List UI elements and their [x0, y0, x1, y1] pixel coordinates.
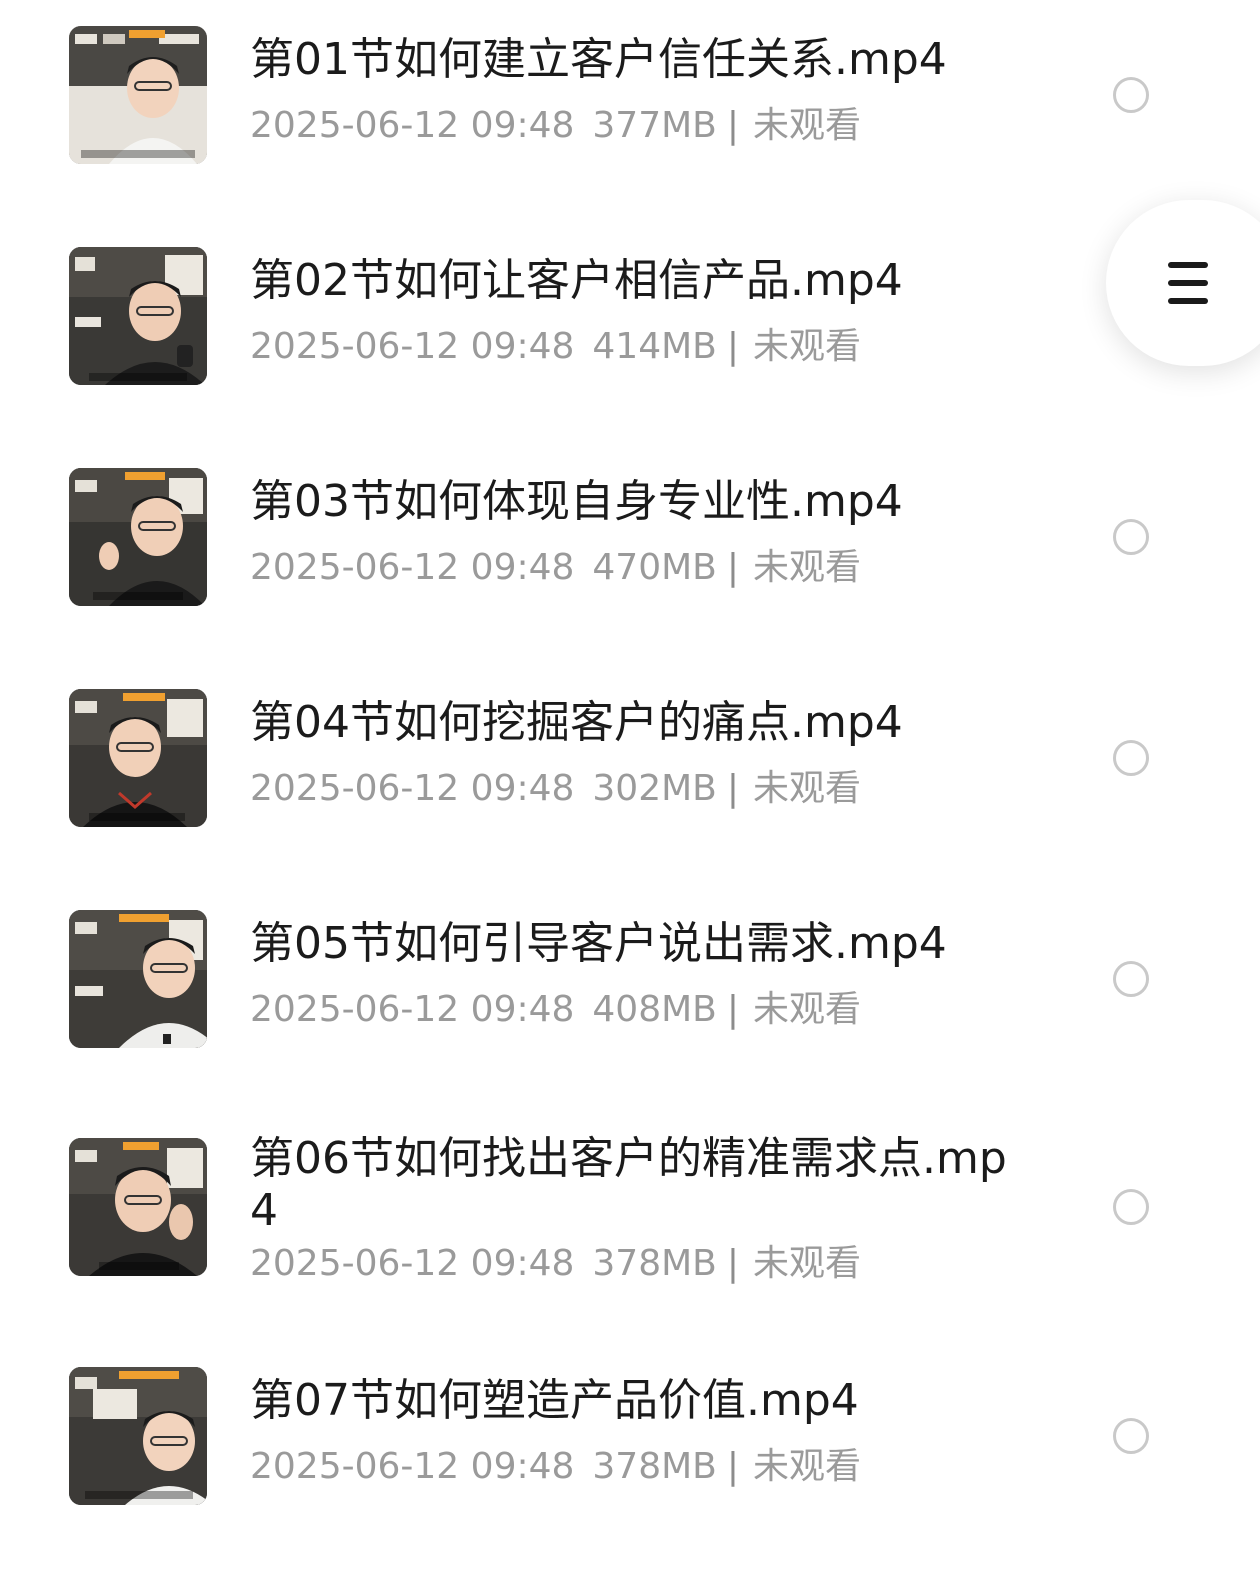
video-meta: 2025-06-12 09:48 302MB | 未观看 — [250, 768, 862, 809]
video-date: 2025-06-12 09:48 — [250, 1243, 575, 1284]
video-date: 2025-06-12 09:48 — [250, 105, 575, 146]
video-meta: 2025-06-12 09:48 470MB | 未观看 — [250, 547, 862, 588]
video-size: 378MB — [592, 1446, 717, 1487]
video-thumbnail[interactable] — [69, 689, 207, 827]
watch-status: 未观看 — [753, 326, 862, 367]
video-meta: 2025-06-12 09:48 378MB | 未观看 — [250, 1243, 862, 1284]
select-radio[interactable] — [1113, 1418, 1149, 1454]
select-radio[interactable] — [1113, 1189, 1149, 1225]
select-radio[interactable] — [1113, 740, 1149, 776]
video-date: 2025-06-12 09:48 — [250, 1446, 575, 1487]
video-meta: 2025-06-12 09:48 377MB | 未观看 — [250, 105, 862, 146]
video-date: 2025-06-12 09:48 — [250, 326, 575, 367]
video-thumbnail[interactable] — [69, 468, 207, 606]
video-thumbnail[interactable] — [69, 910, 207, 1048]
watch-status: 未观看 — [753, 547, 862, 588]
watch-status: 未观看 — [753, 1243, 862, 1284]
watch-status: 未观看 — [753, 1446, 862, 1487]
video-size: 378MB — [592, 1243, 717, 1284]
video-size: 470MB — [592, 547, 717, 588]
select-radio[interactable] — [1113, 77, 1149, 113]
floating-menu-button[interactable] — [1106, 200, 1260, 366]
video-title[interactable]: 第07节如何塑造产品价值.mp4 — [250, 1375, 1010, 1427]
video-title[interactable]: 第02节如何让客户相信产品.mp4 — [250, 255, 1010, 307]
select-radio[interactable] — [1113, 519, 1149, 555]
video-thumbnail[interactable] — [69, 1138, 207, 1276]
video-date: 2025-06-12 09:48 — [250, 547, 575, 588]
video-thumbnail[interactable] — [69, 26, 207, 164]
video-size: 302MB — [592, 768, 717, 809]
video-meta: 2025-06-12 09:48 378MB | 未观看 — [250, 1446, 862, 1487]
video-title[interactable]: 第06节如何找出客户的精准需求点.mp4 — [250, 1133, 1010, 1237]
video-title[interactable]: 第01节如何建立客户信任关系.mp4 — [250, 34, 1010, 86]
video-thumbnail[interactable] — [69, 1367, 207, 1505]
video-title[interactable]: 第03节如何体现自身专业性.mp4 — [250, 476, 1010, 528]
watch-status: 未观看 — [753, 768, 862, 809]
watch-status: 未观看 — [753, 989, 862, 1030]
video-date: 2025-06-12 09:48 — [250, 768, 575, 809]
video-thumbnail[interactable] — [69, 247, 207, 385]
video-size: 414MB — [592, 326, 717, 367]
select-radio[interactable] — [1113, 961, 1149, 997]
video-list-page: 第01节如何建立客户信任关系.mp4 2025-06-12 09:48 377MB… — [0, 0, 1260, 1588]
video-size: 377MB — [592, 105, 717, 146]
video-meta: 2025-06-12 09:48 414MB | 未观看 — [250, 326, 862, 367]
watch-status: 未观看 — [753, 105, 862, 146]
video-meta: 2025-06-12 09:48 408MB | 未观看 — [250, 989, 862, 1030]
video-size: 408MB — [592, 989, 717, 1030]
video-title[interactable]: 第04节如何挖掘客户的痛点.mp4 — [250, 697, 1010, 749]
video-title[interactable]: 第05节如何引导客户说出需求.mp4 — [250, 918, 1010, 970]
video-date: 2025-06-12 09:48 — [250, 989, 575, 1030]
